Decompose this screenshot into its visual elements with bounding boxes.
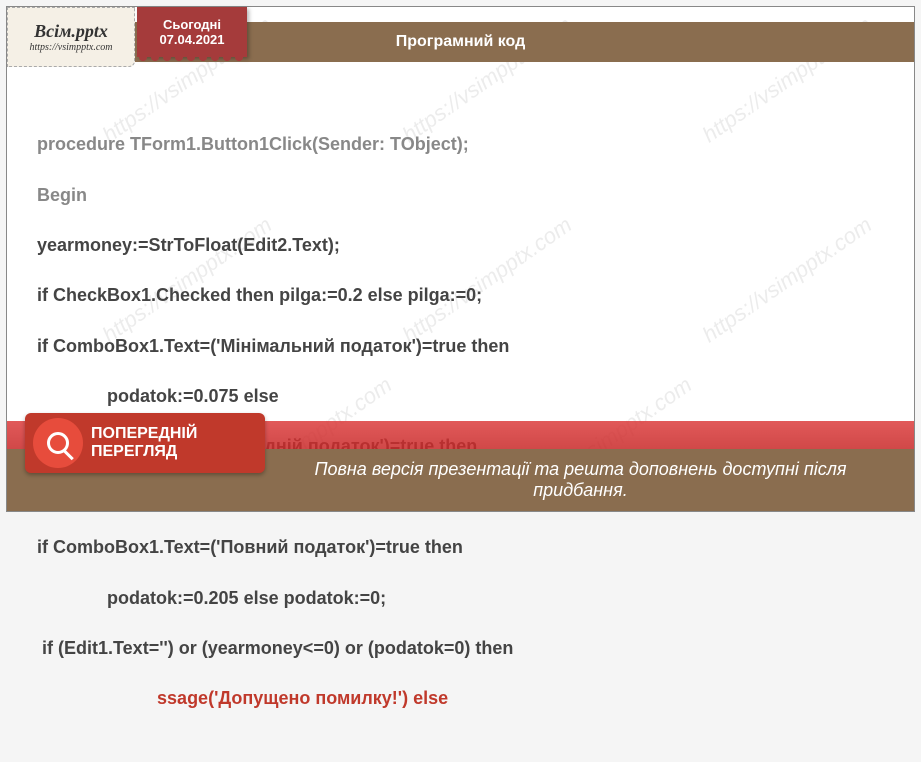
date-box: Сьогодні 07.04.2021 [137, 7, 247, 57]
logo-box: Всім.pptx https://vsimpptx.com [7, 7, 135, 67]
date-value: 07.04.2021 [159, 32, 224, 47]
code-line: ssage('Допущено помилку!') else [37, 686, 884, 711]
preview-text: ПОПЕРЕДНІЙ ПЕРЕГЛЯД [91, 425, 197, 460]
page-title: Програмний код [396, 33, 526, 51]
date-label: Сьогодні [163, 17, 221, 32]
preview-line2: ПЕРЕГЛЯД [91, 443, 197, 461]
code-line: if CheckBox1.Checked then pilga:=0.2 els… [37, 283, 884, 308]
code-line: Begin [37, 183, 884, 208]
code-line: yearmoney:=StrToFloat(Edit2.Text); [37, 233, 884, 258]
code-line: if ComboBox1.Text=('Повний податок')=tru… [37, 535, 884, 560]
footer-text: Повна версія презентації та решта доповн… [267, 459, 894, 501]
logo-url: https://vsimpptx.com [29, 42, 112, 53]
code-line: podatok:=0.075 else [37, 384, 884, 409]
code-line: if (Edit1.Text='') or (yearmoney<=0) or … [37, 636, 884, 661]
magnifier-icon [33, 418, 83, 468]
code-block: procedure TForm1.Button1Click(Sender: TO… [37, 107, 884, 441]
code-line: procedure TForm1.Button1Click(Sender: TO… [37, 132, 884, 157]
code-line: podatok:=0.205 else podatok:=0; [37, 586, 884, 611]
preview-line1: ПОПЕРЕДНІЙ [91, 425, 197, 443]
slide: https://vsimpptx.com https://vsimpptx.co… [6, 6, 915, 512]
logo-text: Всім.pptx [34, 21, 108, 42]
code-line: if ComboBox1.Text=('Мінімальний податок'… [37, 334, 884, 359]
preview-badge: ПОПЕРЕДНІЙ ПЕРЕГЛЯД [25, 413, 265, 473]
